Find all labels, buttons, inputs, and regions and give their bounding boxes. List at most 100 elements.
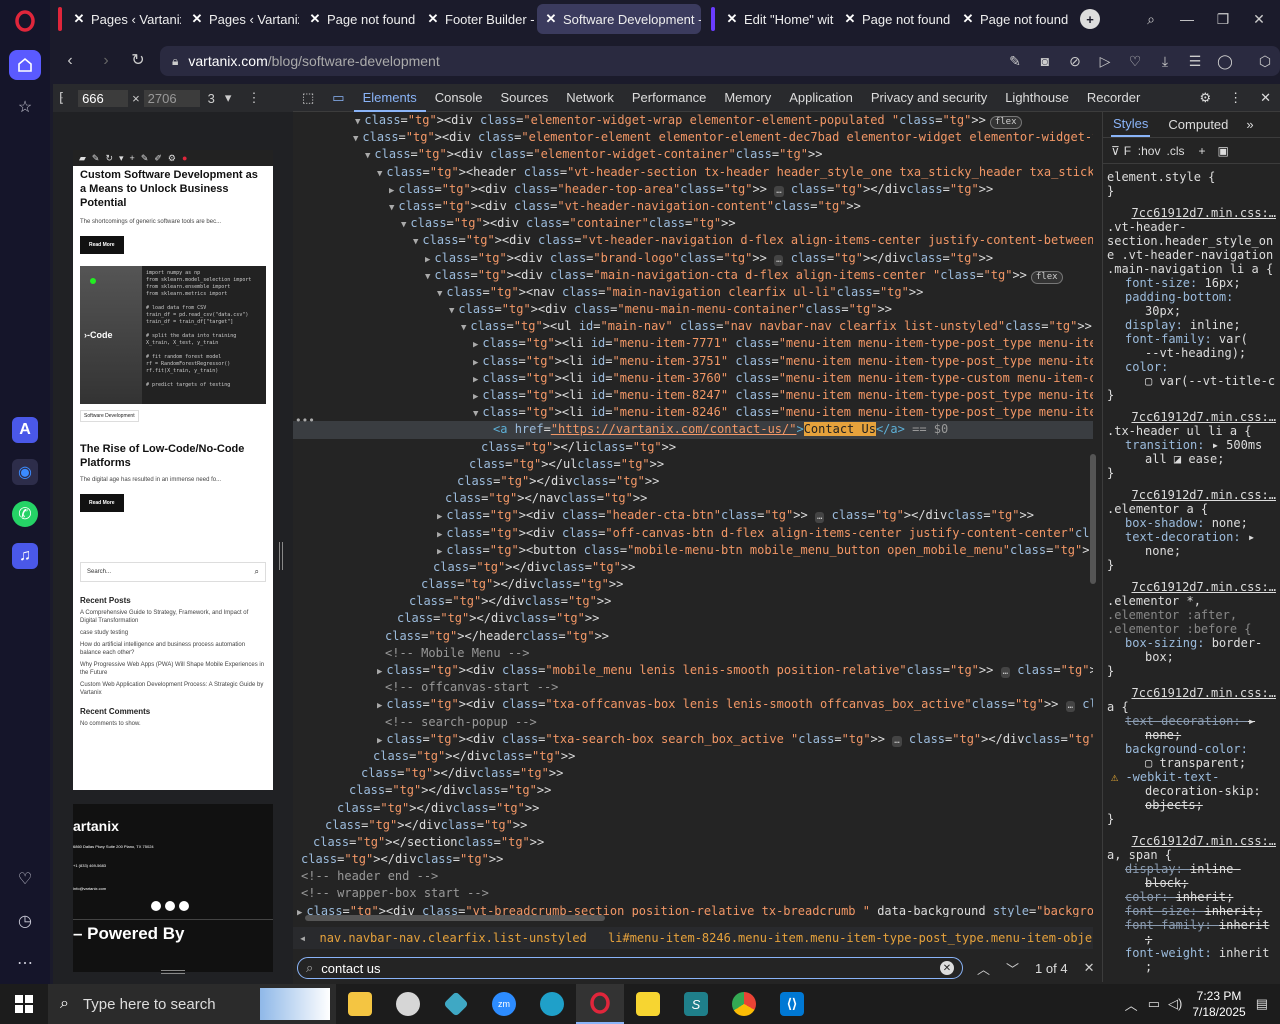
back-icon[interactable]: ‹: [60, 51, 80, 71]
notifications-icon[interactable]: ▤: [1256, 996, 1268, 1012]
expand-arrow-icon[interactable]: ▶: [437, 530, 442, 540]
device-toggle-icon[interactable]: ▭: [323, 84, 353, 112]
expand-arrow-icon[interactable]: ▶: [377, 736, 382, 746]
device-height-input[interactable]: 2706: [143, 89, 200, 107]
sidebar-search-input[interactable]: Search... ⌕: [80, 562, 266, 582]
tab-computed[interactable]: Computed: [1168, 117, 1228, 132]
css-property[interactable]: background-color:: [1107, 742, 1276, 756]
home-icon[interactable]: [9, 49, 41, 80]
crumb-scroll-left[interactable]: ◂: [293, 931, 312, 945]
category-tag[interactable]: Software Development: [80, 410, 139, 422]
dom-node-line[interactable]: ▶ class="tg"><div class="off-canvas-btn d…: [293, 525, 1093, 542]
volume-icon[interactable]: ◁): [1168, 996, 1182, 1012]
elements-tree[interactable]: ▼ class="tg"><div class="elementor-widget…: [293, 112, 1093, 917]
filter-input[interactable]: F: [1124, 144, 1136, 158]
collapse-arrow-icon[interactable]: ▼: [461, 323, 466, 333]
dom-ellipsis-icon[interactable]: •••: [295, 414, 315, 427]
minimize-icon[interactable]: —: [1172, 4, 1202, 34]
adblock-icon[interactable]: ⊘: [1060, 46, 1090, 76]
edge-icon[interactable]: [528, 984, 576, 1024]
recent-post-link[interactable]: How do artificial intelligence and busin…: [80, 641, 266, 657]
dom-node-line[interactable]: <a href="https://vartanix.com/contact-us…: [293, 421, 1093, 439]
tab-6[interactable]: ✕ Page not found: [836, 4, 952, 34]
collapse-arrow-icon[interactable]: ▼: [425, 272, 430, 282]
tab-4-active[interactable]: ✕ Software Development - V: [537, 4, 701, 34]
expand-arrow-icon[interactable]: ▶: [425, 255, 430, 265]
dom-node-line[interactable]: ▶ class="tg"><li id="menu-item-8247" clas…: [293, 387, 1093, 404]
paint-icon[interactable]: ▣: [1218, 144, 1229, 158]
dom-node-line[interactable]: ▶ class="tg"><div class="header-cta-btn"c…: [293, 507, 1093, 524]
chrome-icon[interactable]: [720, 984, 768, 1024]
dom-node-line[interactable]: ▼ class="tg"><div class="container"class=…: [293, 215, 1093, 232]
dom-node-line[interactable]: class="tg"></sectionclass="tg">>: [293, 834, 1093, 851]
tab-0[interactable]: ✕ Pages ‹ Vartanix: [65, 4, 181, 34]
dom-node-line[interactable]: class="tg"></divclass="tg">>: [293, 765, 1093, 782]
url-field[interactable]: 🔒︎ vartanix.com/blog/software-developmen…: [160, 46, 1280, 76]
linkedin-icon[interactable]: [179, 901, 189, 911]
vscode-icon[interactable]: ⟨⟩: [768, 984, 816, 1024]
dom-node-line[interactable]: class="tg"></divclass="tg">>: [293, 800, 1093, 817]
dom-node-line[interactable]: ▶ class="tg"><button class="mobile-menu-b…: [293, 542, 1093, 559]
profile-icon[interactable]: ◯: [1210, 46, 1240, 76]
forward-icon[interactable]: ›: [96, 51, 116, 71]
dom-node-line[interactable]: class="tg"></navclass="tg">>: [293, 490, 1093, 507]
dom-node-line[interactable]: ▼ class="tg"><div class="elementor-widget…: [293, 146, 1093, 163]
rule-source-link[interactable]: 7cc61912d7.min.css:…: [1107, 206, 1277, 220]
read-more-button-2[interactable]: Read More: [80, 494, 124, 512]
file-explorer-icon[interactable]: [336, 984, 384, 1024]
css-property[interactable]: ⚠ -webkit-text-: [1107, 770, 1276, 784]
tab-7[interactable]: ✕ Page not found: [954, 4, 1070, 34]
zoom-app-icon[interactable]: zm: [480, 984, 528, 1024]
collapse-arrow-icon[interactable]: ▼: [473, 409, 478, 419]
store-app-icon[interactable]: [432, 984, 480, 1024]
elements-hscrollbar[interactable]: [293, 912, 1093, 924]
dom-node-line[interactable]: ▼ class="tg"><nav class="main-navigation …: [293, 284, 1093, 301]
recent-post-link[interactable]: case study testing: [80, 629, 266, 637]
expand-arrow-icon[interactable]: ▶: [473, 340, 478, 350]
dom-node-line[interactable]: ▶ class="tg"><div class="mobile_menu leni…: [293, 662, 1093, 679]
dom-node-line[interactable]: ▼ class="tg"><div class="vt-header-naviga…: [293, 232, 1093, 249]
bottom-resize-handle[interactable]: [161, 970, 185, 974]
camera-icon[interactable]: ◙: [1030, 46, 1060, 76]
css-property[interactable]: font-size: inherit;: [1107, 904, 1276, 918]
tab-performance[interactable]: Performance: [623, 84, 715, 112]
play-icon[interactable]: ▷: [1090, 46, 1120, 76]
dom-node-line[interactable]: <!-- Mobile Menu -->: [293, 645, 1093, 662]
easy-setup-icon[interactable]: ☰: [1180, 46, 1210, 76]
more-dots-icon[interactable]: ⋯: [9, 948, 41, 978]
crumb-nav[interactable]: nav.navbar-nav.clearfix.list-unstyled: [319, 931, 586, 945]
css-property[interactable]: padding-bottom:: [1107, 290, 1276, 304]
expand-arrow-icon[interactable]: ▶: [389, 186, 394, 196]
css-property[interactable]: font-family: inherit: [1107, 918, 1276, 932]
tab-elements[interactable]: Elements: [353, 84, 426, 112]
dom-node-line[interactable]: class="tg"></divclass="tg">>: [293, 473, 1093, 490]
edit-icon[interactable]: ✎: [1000, 46, 1030, 76]
close-devtools-icon[interactable]: ✕: [1251, 84, 1280, 112]
css-property[interactable]: text-decoration: ▸: [1107, 714, 1276, 728]
post1-title[interactable]: Custom Software Development as a Means t…: [80, 168, 266, 210]
toolbar-icon[interactable]: ▰: [79, 153, 86, 164]
tab-3[interactable]: ✕ Footer Builder -: [419, 4, 535, 34]
dom-node-line[interactable]: ▼ class="tg"><header class="vt-header-sec…: [293, 164, 1093, 181]
reload-icon[interactable]: ↻: [128, 51, 148, 71]
dom-node-line[interactable]: class="tg"></divclass="tg">>: [293, 559, 1093, 576]
dom-node-line[interactable]: ▼ class="tg"><div class="elementor-elemen…: [293, 129, 1093, 146]
expand-arrow-icon[interactable]: ▶: [377, 701, 382, 711]
opera-taskbar-icon[interactable]: [576, 984, 624, 1024]
devtools-more-icon[interactable]: ⋮: [1220, 84, 1251, 112]
collapse-arrow-icon[interactable]: ▼: [365, 151, 370, 161]
dom-node-line[interactable]: <!-- header end -->: [293, 868, 1093, 885]
css-property[interactable]: font-size: 16px;: [1107, 276, 1276, 290]
plus-icon[interactable]: +: [130, 153, 135, 163]
dom-node-line[interactable]: ▼ class="tg"><li id="menu-item-8246" clas…: [293, 404, 1093, 421]
dom-node-line[interactable]: ▼ class="tg"><ul id="main-nav" class="nav…: [293, 318, 1093, 335]
history-icon[interactable]: ◷: [9, 906, 41, 936]
recent-post-link[interactable]: A Comprehensive Guide to Strategy, Frame…: [80, 609, 266, 625]
collapse-arrow-icon[interactable]: ▼: [377, 169, 382, 179]
dom-node-line[interactable]: class="tg"></divclass="tg">>: [293, 610, 1093, 627]
download-icon[interactable]: ⤓: [1150, 46, 1180, 76]
collapse-arrow-icon[interactable]: ▼: [355, 117, 360, 127]
refresh-icon[interactable]: ↻: [105, 153, 113, 164]
css-property[interactable]: text-decoration: ▸: [1107, 530, 1276, 544]
dom-node-line[interactable]: <!-- offcanvas-start -->: [293, 679, 1093, 696]
